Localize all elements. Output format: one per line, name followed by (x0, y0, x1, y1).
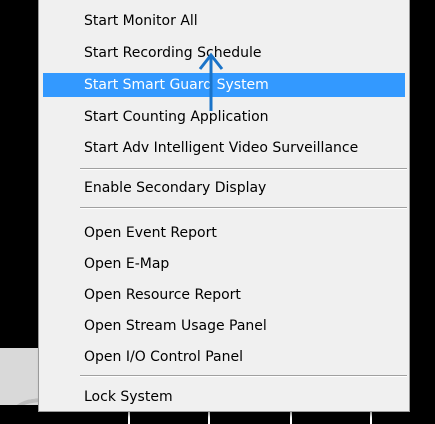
menu-separator (80, 168, 407, 170)
menu-item-enable-secondary-display[interactable]: Enable Secondary Display (43, 176, 405, 200)
menu-separator (80, 207, 407, 209)
menu-separator (80, 375, 407, 377)
menu-item-start-monitor-all[interactable]: Start Monitor All (43, 9, 405, 33)
menu-item-start-adv-intelligent-video-surveillance[interactable]: Start Adv Intelligent Video Surveillance (43, 136, 405, 160)
menu-item-start-counting-application[interactable]: Start Counting Application (43, 105, 405, 129)
menu-item-start-smart-guard-system[interactable]: Start Smart Guard System (43, 73, 405, 97)
menu-item-open-io-control-panel[interactable]: Open I/O Control Panel (43, 345, 405, 369)
menu-item-open-stream-usage-panel[interactable]: Open Stream Usage Panel (43, 314, 405, 338)
menu-item-lock-system[interactable]: Lock System (43, 385, 405, 409)
screen: Start Monitor All Start Recording Schedu… (0, 0, 435, 424)
menu-item-open-event-report[interactable]: Open Event Report (43, 221, 405, 245)
menu-item-open-resource-report[interactable]: Open Resource Report (43, 283, 405, 307)
menu-item-start-recording-schedule[interactable]: Start Recording Schedule (43, 41, 405, 65)
menu-item-open-e-map[interactable]: Open E-Map (43, 252, 405, 276)
background-panel-right (410, 0, 435, 424)
context-menu: Start Monitor All Start Recording Schedu… (38, 0, 410, 412)
